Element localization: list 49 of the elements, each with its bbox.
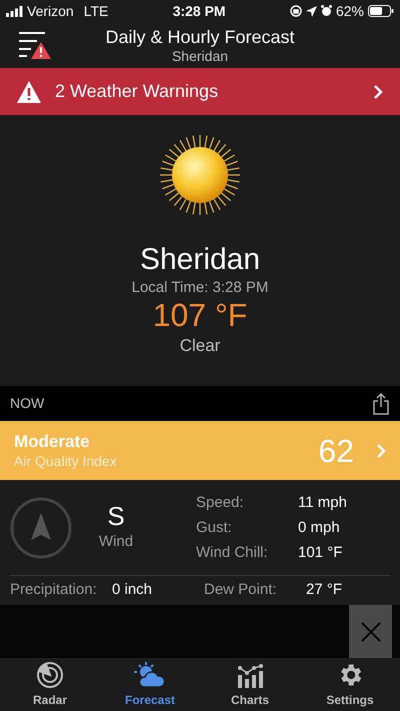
air-quality-category: Moderate bbox=[14, 432, 91, 452]
chevron-right-icon bbox=[373, 84, 383, 100]
wind-direction: S bbox=[107, 501, 125, 532]
sun-icon bbox=[158, 133, 242, 217]
signal-icon bbox=[6, 6, 23, 16]
network-type: LTE bbox=[84, 2, 108, 20]
detail-label: Wind Chill: bbox=[196, 542, 269, 562]
menu-warning-icon bbox=[18, 30, 52, 60]
chevron-right-icon bbox=[376, 442, 386, 458]
battery-percent: 62% bbox=[336, 2, 364, 20]
share-button[interactable] bbox=[372, 392, 390, 414]
air-quality-label: Air Quality Index bbox=[14, 452, 118, 470]
close-icon bbox=[360, 622, 380, 642]
radar-icon bbox=[36, 661, 64, 689]
tab[interactable]: Charts bbox=[200, 658, 300, 711]
detail-value: 11 mph bbox=[298, 492, 347, 512]
wind-direction-icon bbox=[10, 496, 72, 558]
alarm-icon bbox=[320, 5, 332, 17]
detail-value: 27 °F bbox=[306, 580, 342, 600]
status-time: 3:28 PM bbox=[172, 2, 226, 20]
detail-value: 101 °F bbox=[298, 542, 342, 562]
tab[interactable]: Radar bbox=[0, 658, 100, 711]
wind-label: Wind bbox=[98, 532, 134, 552]
menu-alert-button[interactable] bbox=[18, 30, 52, 60]
page-title: Daily & Hourly Forecast bbox=[105, 26, 295, 48]
warning-icon bbox=[17, 80, 41, 102]
condition: Clear bbox=[180, 335, 220, 357]
now-label: NOW bbox=[10, 394, 44, 413]
detail-label: Speed: bbox=[196, 492, 245, 512]
rotation-lock-icon bbox=[290, 5, 302, 17]
temperature: 107 °F bbox=[152, 297, 248, 333]
city-name: Sheridan bbox=[140, 243, 260, 277]
detail-value: 0 inch bbox=[112, 580, 152, 600]
warning-banner[interactable]: 2 Weather Warnings bbox=[0, 68, 400, 115]
location-subtitle: Sheridan bbox=[172, 48, 228, 64]
location-arrow-icon bbox=[306, 6, 317, 16]
detail-label: Gust: bbox=[196, 518, 233, 538]
detail-label: Dew Point: bbox=[204, 580, 278, 600]
tab[interactable]: Settings bbox=[300, 658, 400, 711]
sun-cloud-icon bbox=[134, 661, 166, 689]
tab[interactable]: Forecast bbox=[100, 658, 200, 711]
carrier-name: Verizon bbox=[27, 2, 74, 20]
local-time: Local Time: 3:28 PM bbox=[132, 279, 268, 297]
bar-chart-icon bbox=[236, 663, 264, 689]
share-icon bbox=[372, 392, 390, 414]
detail-label: Precipitation: bbox=[10, 580, 98, 600]
battery-icon bbox=[368, 5, 394, 17]
air-quality-value: 62 bbox=[318, 432, 354, 470]
detail-value: 0 mph bbox=[298, 518, 340, 538]
